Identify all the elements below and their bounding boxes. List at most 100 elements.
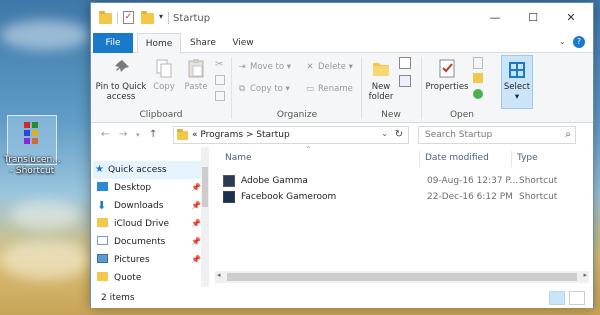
properties-button[interactable]: Properties — [425, 57, 469, 92]
copy-icon — [153, 57, 175, 79]
new-folder-icon[interactable] — [141, 11, 154, 24]
recent-locations-icon[interactable]: ▾ — [136, 131, 140, 139]
easy-access-icon[interactable] — [399, 75, 411, 87]
refresh-icon[interactable]: ↻ — [392, 128, 406, 142]
search-placeholder: Search Startup — [425, 130, 493, 140]
move-to-button[interactable]: ⇥ Move to ▾ — [237, 61, 291, 74]
address-path: « Programs > Startup — [192, 130, 290, 140]
nav-item-downloads[interactable]: ⬇ Downloads 📌 — [97, 197, 203, 215]
pin-icon[interactable]: 📌 — [191, 215, 201, 233]
pictures-icon — [97, 254, 108, 263]
address-dropdown-icon[interactable]: ⌄ — [381, 129, 388, 138]
search-box[interactable]: Search Startup ⌕ — [418, 126, 576, 144]
open-group-label: Open — [449, 110, 475, 120]
cloud — [0, 20, 90, 50]
minimize-button[interactable]: — — [481, 8, 509, 28]
tab-share[interactable]: Share — [185, 33, 221, 53]
folder-icon — [97, 272, 108, 281]
history-icon[interactable] — [473, 89, 483, 99]
large-icons-view-icon[interactable] — [569, 291, 585, 305]
folder-icon — [99, 11, 112, 24]
pin-label: Pin to Quick access — [95, 82, 147, 102]
nav-item-quick-access[interactable]: ★ Quick access — [93, 161, 205, 179]
cut-icon[interactable]: ✂ — [215, 59, 223, 70]
forward-arrow-icon[interactable]: → — [119, 129, 127, 140]
separator — [231, 57, 232, 119]
column-header-type[interactable]: Type — [517, 153, 538, 163]
file-row[interactable]: Facebook Gameroom 22-Dec-16 6:12 PM Shor… — [223, 189, 589, 205]
documents-icon — [97, 236, 108, 245]
properties-check-icon[interactable]: ✓ — [123, 11, 134, 24]
facebook-gameroom-shortcut-icon — [223, 191, 235, 203]
file-row[interactable]: Adobe Gamma 09-Aug-16 12:37 P... Shortcu… — [223, 173, 589, 189]
pin-icon[interactable]: 📌 — [191, 197, 201, 215]
nav-item-label: Documents — [114, 237, 166, 247]
paste-button[interactable]: Paste — [181, 57, 211, 92]
ribbon: Pin to Quick access Copy Paste ✂ Clipboa… — [91, 53, 593, 123]
address-bar[interactable]: « Programs > Startup ⌄ ↻ — [173, 126, 409, 144]
column-header-name[interactable]: Name — [225, 153, 252, 163]
copy-to-button[interactable]: ⧉ Copy to ▾ — [237, 83, 290, 96]
edit-icon[interactable] — [473, 73, 483, 83]
nav-item-pictures[interactable]: Pictures 📌 — [97, 251, 203, 269]
cloud — [10, 200, 80, 230]
rename-button[interactable]: ▭ Rename — [305, 83, 353, 96]
scrollbar-thumb[interactable] — [227, 273, 577, 281]
separator — [117, 12, 118, 24]
select-label: Select — [503, 82, 531, 92]
file-list-scrollbar[interactable]: ◂ ▸ — [215, 271, 589, 283]
nav-item-label: Downloads — [114, 201, 164, 211]
scrollbar-thumb[interactable] — [202, 167, 208, 207]
copy-label: Copy — [153, 82, 175, 92]
new-folder-button[interactable]: New folder — [365, 57, 397, 102]
column-header-date[interactable]: Date modified — [425, 153, 489, 163]
paste-shortcut-icon[interactable] — [215, 91, 225, 101]
close-button[interactable]: ✕ — [557, 8, 585, 28]
nav-item-label: Quick access — [107, 165, 167, 175]
file-list: ⌃ Name Date modified Type Adobe Gamma 09… — [215, 145, 589, 287]
up-arrow-icon[interactable]: ↑ — [149, 129, 157, 140]
file-type: Shortcut — [519, 192, 558, 202]
navigation-bar: ← → ▾ ↑ « Programs > Startup ⌄ ↻ Search … — [91, 123, 593, 147]
new-folder-label: New folder — [368, 82, 394, 102]
nav-item-label: Desktop — [114, 183, 152, 193]
desktop-shortcut[interactable]: Translucen... - Shortcut — [4, 115, 61, 176]
nav-item-quote[interactable]: Quote — [97, 269, 203, 287]
select-button[interactable]: Select ▾ — [501, 55, 533, 109]
column-divider — [419, 151, 420, 167]
scroll-right-icon[interactable]: ▸ — [583, 271, 587, 279]
title-bar: ✓ ▾ Startup — ☐ ✕ — [91, 3, 593, 33]
delete-button[interactable]: ✕ Delete ▾ — [305, 61, 352, 74]
nav-item-desktop[interactable]: Desktop 📌 — [97, 179, 203, 197]
column-divider — [511, 151, 512, 167]
open-icon[interactable] — [473, 57, 483, 69]
app-glyph — [24, 122, 30, 128]
customize-toolbar-icon[interactable]: ▾ — [159, 12, 163, 21]
pin-icon[interactable]: 📌 — [191, 233, 201, 251]
new-folder-icon — [370, 57, 392, 79]
nav-item-documents[interactable]: Documents 📌 — [97, 233, 203, 251]
scroll-left-icon[interactable]: ◂ — [217, 271, 221, 279]
pin-icon[interactable]: 📌 — [191, 179, 201, 197]
pin-icon[interactable]: 📌 — [191, 251, 201, 269]
tab-home[interactable]: Home — [137, 33, 181, 54]
sort-chevron-icon: ⌃ — [305, 145, 312, 154]
tab-view[interactable]: View — [225, 33, 261, 53]
new-item-icon[interactable] — [399, 57, 411, 69]
help-icon[interactable]: ? — [573, 36, 585, 48]
star-icon: ★ — [95, 164, 104, 175]
tab-file[interactable]: File — [93, 33, 133, 53]
copy-button[interactable]: Copy — [149, 57, 179, 92]
copy-path-icon[interactable] — [215, 75, 225, 85]
details-view-icon[interactable] — [549, 291, 565, 305]
chevron-down-icon[interactable]: ⌄ — [559, 37, 566, 46]
file-name: Adobe Gamma — [241, 176, 308, 186]
app-glyph — [32, 130, 38, 136]
nav-pane-scrollbar[interactable] — [201, 147, 209, 287]
pin-to-quick-access-button[interactable]: Pin to Quick access — [95, 57, 147, 102]
back-arrow-icon[interactable]: ← — [101, 129, 109, 140]
paste-label: Paste — [184, 82, 208, 92]
maximize-button[interactable]: ☐ — [519, 8, 547, 28]
nav-item-icloud-drive[interactable]: iCloud Drive 📌 — [97, 215, 203, 233]
rename-icon: ▭ — [305, 84, 315, 94]
